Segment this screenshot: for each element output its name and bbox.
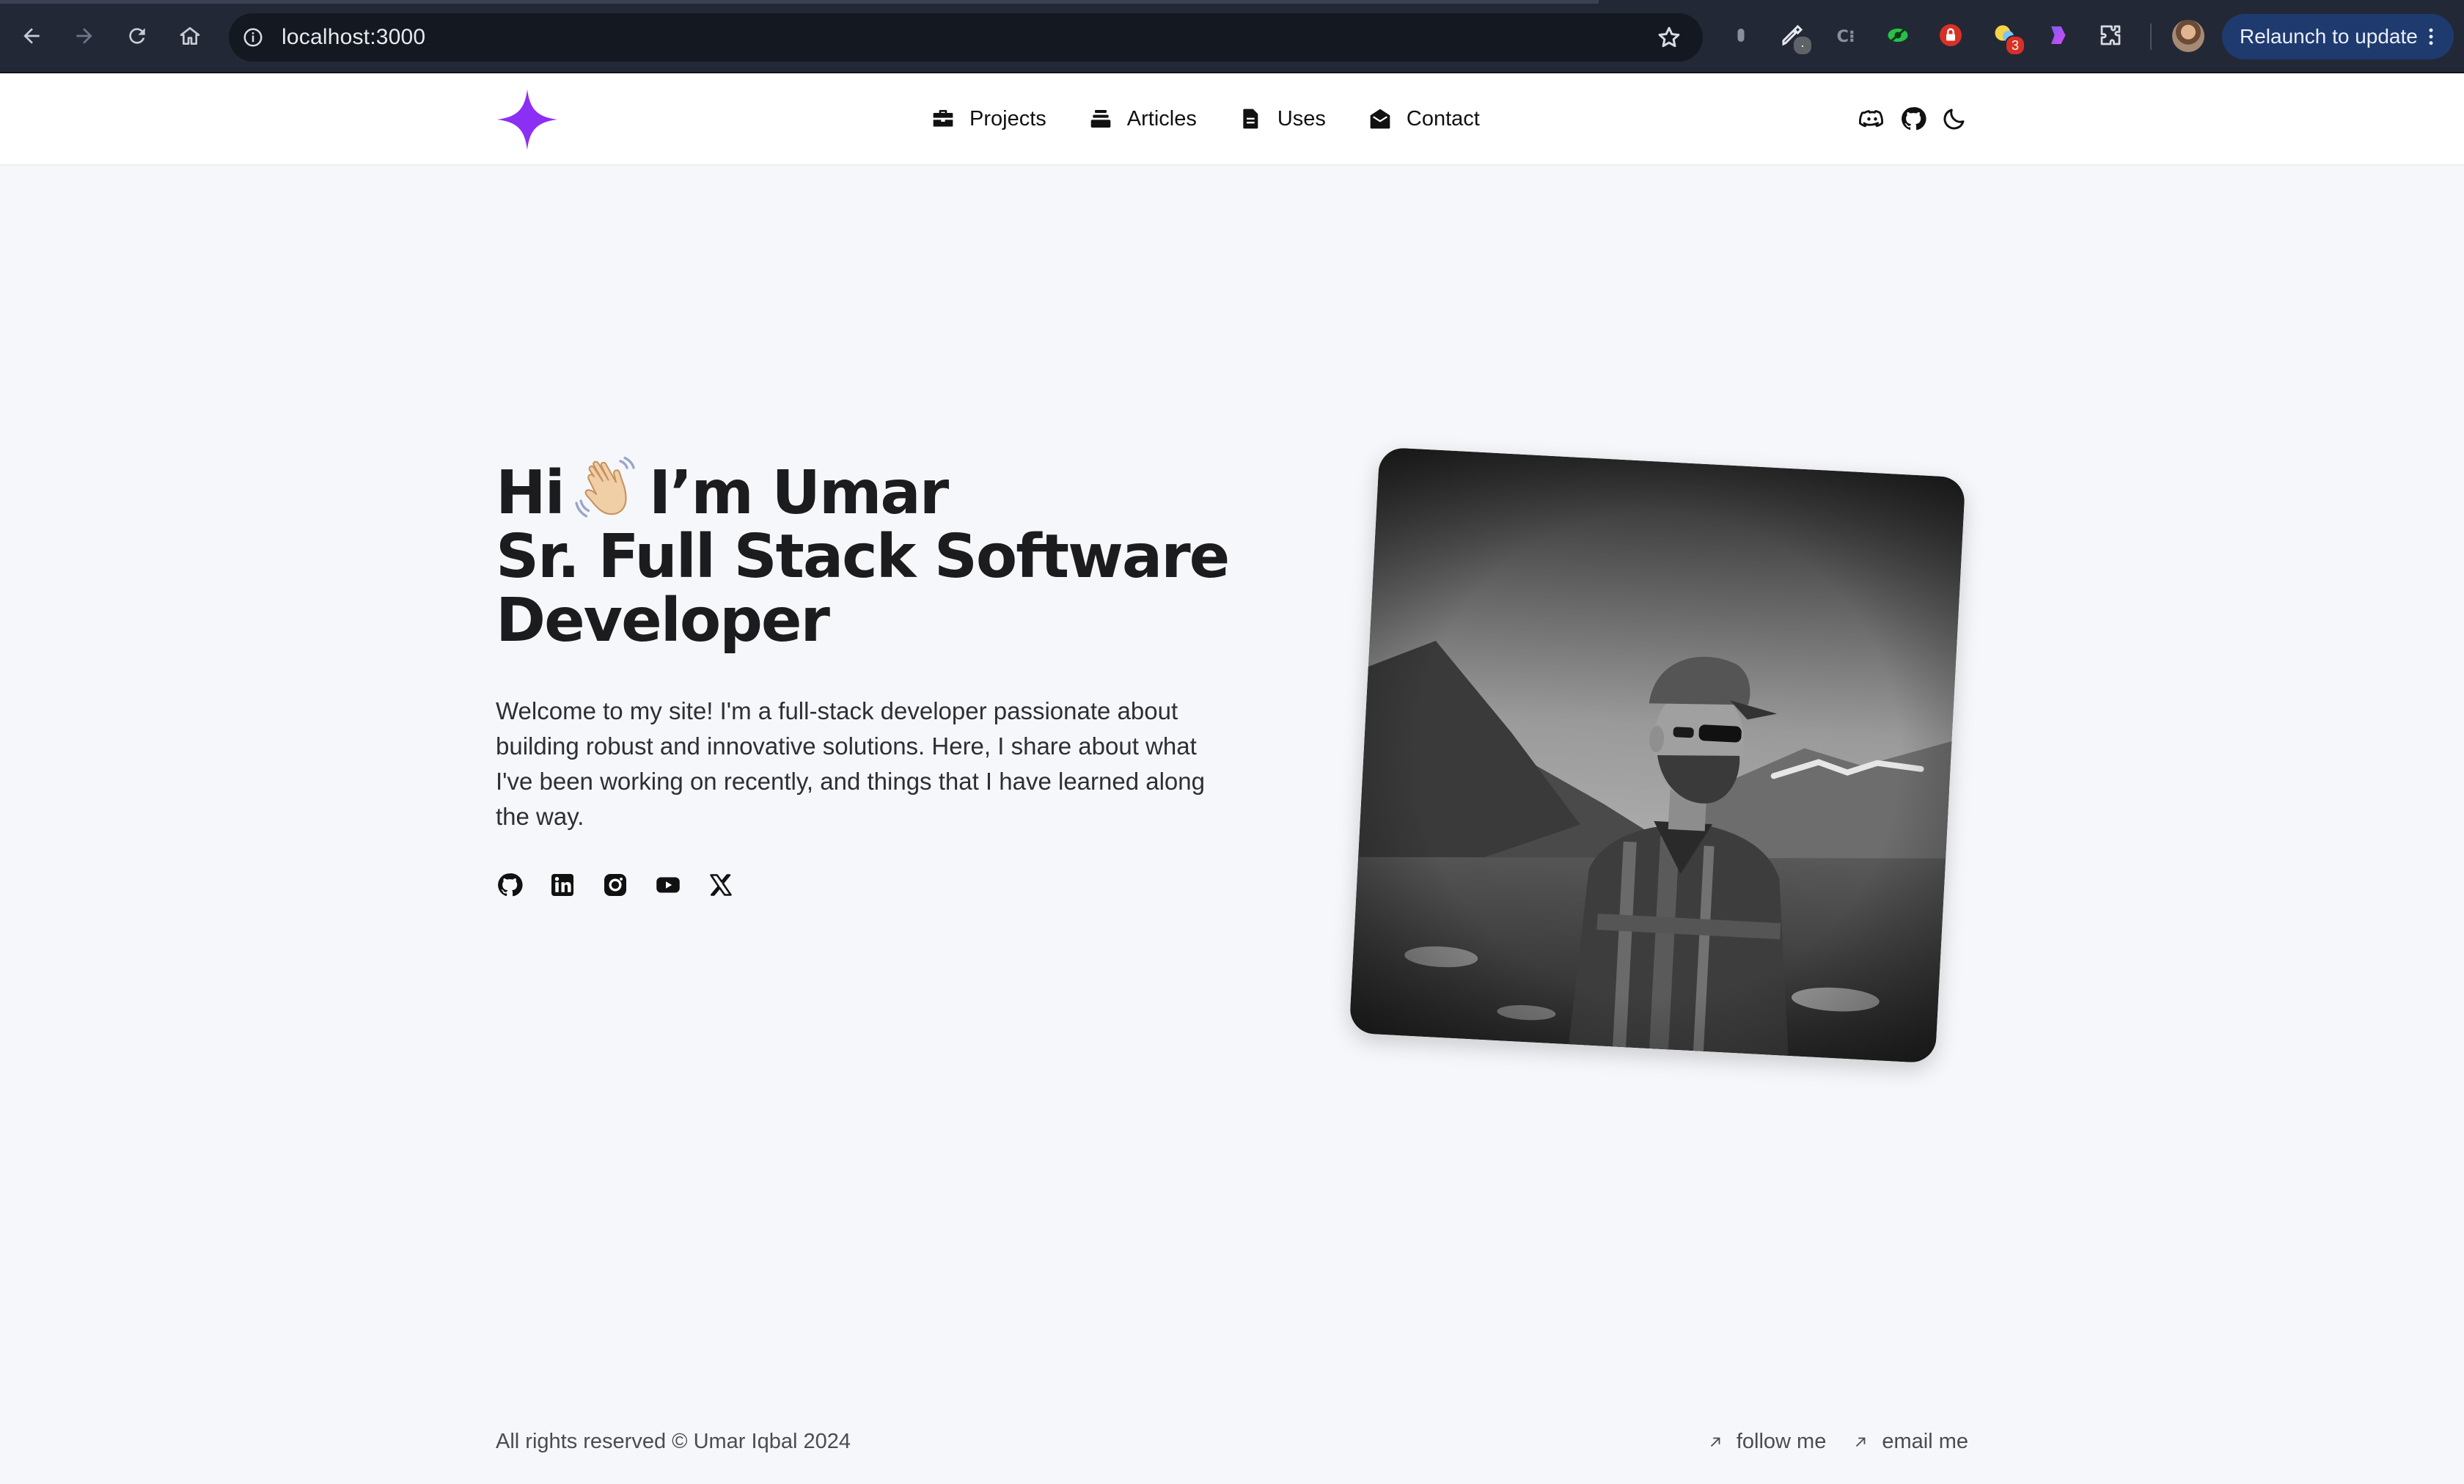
youtube-icon[interactable] xyxy=(654,871,682,899)
extensions-puzzle-icon[interactable] xyxy=(2094,19,2127,51)
waving-hand-icon xyxy=(575,456,635,518)
more-vert-icon[interactable] xyxy=(2419,24,2443,49)
extension-badge-count: 3 xyxy=(2005,35,2025,56)
hero-title-line2: Sr. Full Stack Software xyxy=(496,522,1230,592)
svg-text:C⁝: C⁝ xyxy=(1837,27,1855,46)
footer-copyright: All rights reserved © Umar Iqbal 2024 xyxy=(496,1430,851,1453)
email-me-link[interactable]: email me xyxy=(1852,1430,1968,1454)
hero-section: Hi I’m Umar Sr. Full Stack Software Deve… xyxy=(496,455,1230,899)
footer-link-label: follow me xyxy=(1736,1430,1827,1453)
back-icon xyxy=(23,28,40,44)
social-links xyxy=(496,871,1229,899)
extension-lightbulb-icon[interactable]: 3 xyxy=(1989,19,2025,56)
hero-greeting-name: I’m Umar xyxy=(648,458,949,528)
nav-item-label: Projects xyxy=(969,106,1046,131)
back-button[interactable] xyxy=(12,16,51,56)
envelope-icon xyxy=(1370,109,1390,129)
hero-title-line3: Developer xyxy=(496,586,830,655)
relaunch-button[interactable]: Relaunch to update xyxy=(2222,14,2454,59)
relaunch-label: Relaunch to update xyxy=(2240,25,2418,48)
forward-icon xyxy=(76,28,92,44)
stack-icon xyxy=(1090,110,1111,128)
github-icon[interactable] xyxy=(496,871,524,899)
header-actions xyxy=(1845,73,1968,164)
briefcase-icon xyxy=(933,110,953,127)
extension-pin-icon[interactable] xyxy=(1725,19,1757,51)
x-icon[interactable] xyxy=(707,871,735,899)
nav-item-label: Contact xyxy=(1406,106,1480,131)
bookmark-star-icon[interactable] xyxy=(1656,24,1682,51)
discord-icon[interactable] xyxy=(1858,105,1886,133)
arrow-up-right-icon xyxy=(1856,1437,1866,1447)
tab-strip-edge xyxy=(0,0,1599,4)
nav-item-projects[interactable]: Projects xyxy=(931,107,1046,131)
footer-link-label: email me xyxy=(1882,1430,1968,1453)
reload-icon xyxy=(129,28,145,44)
follow-me-link[interactable]: follow me xyxy=(1707,1430,1827,1454)
extension-badge: · xyxy=(1792,35,1813,56)
extension-eye-icon[interactable] xyxy=(1882,19,1914,51)
hero-greeting-hi: Hi xyxy=(496,458,565,528)
footer-links: follow me email me xyxy=(1681,1430,1968,1454)
address-bar[interactable]: localhost:3000 xyxy=(229,13,1703,62)
home-icon xyxy=(180,27,200,45)
instagram-icon[interactable] xyxy=(601,871,629,899)
main-nav: Projects Articles Uses Contact xyxy=(931,73,1522,164)
extension-gradient-icon[interactable] xyxy=(2042,19,2074,51)
hero-greeting-line: Hi I’m Umar xyxy=(496,455,1229,525)
hero-description: Welcome to my site! I'm a full-stack dev… xyxy=(496,697,1205,830)
linkedin-icon[interactable] xyxy=(549,871,576,899)
arrow-up-right-icon xyxy=(1710,1437,1720,1447)
nav-item-label: Uses xyxy=(1277,106,1326,131)
browser-toolbar: localhost:3000 · C⁝ 3 Relaunch to update xyxy=(0,0,2464,73)
hero-title: Hi I’m Umar Sr. Full Stack Software Deve… xyxy=(496,455,1230,655)
extension-lock-icon[interactable] xyxy=(1935,19,1967,51)
extension-css-icon[interactable]: C⁝ xyxy=(1830,19,1863,51)
forward-button[interactable] xyxy=(65,16,104,56)
site-info-icon[interactable] xyxy=(241,25,265,50)
github-icon[interactable] xyxy=(1899,105,1927,133)
profile-avatar[interactable] xyxy=(2172,20,2204,52)
nav-item-contact[interactable]: Contact xyxy=(1368,107,1480,131)
four-point-star-logo[interactable] xyxy=(496,88,559,151)
nav-item-label: Articles xyxy=(1126,106,1197,131)
moon-icon[interactable] xyxy=(1940,105,1968,133)
site-header: Projects Articles Uses Contact xyxy=(0,73,2464,166)
reload-button[interactable] xyxy=(117,16,157,56)
home-button[interactable] xyxy=(170,16,210,56)
extension-eyedropper-icon[interactable]: · xyxy=(1776,19,1813,56)
url-text[interactable]: localhost:3000 xyxy=(282,25,425,50)
toolbar-divider xyxy=(2150,23,2152,50)
nav-item-uses[interactable]: Uses xyxy=(1239,107,1326,131)
profile-photo xyxy=(1349,447,1966,1064)
nav-item-articles[interactable]: Articles xyxy=(1089,107,1197,131)
document-icon xyxy=(1243,109,1258,129)
